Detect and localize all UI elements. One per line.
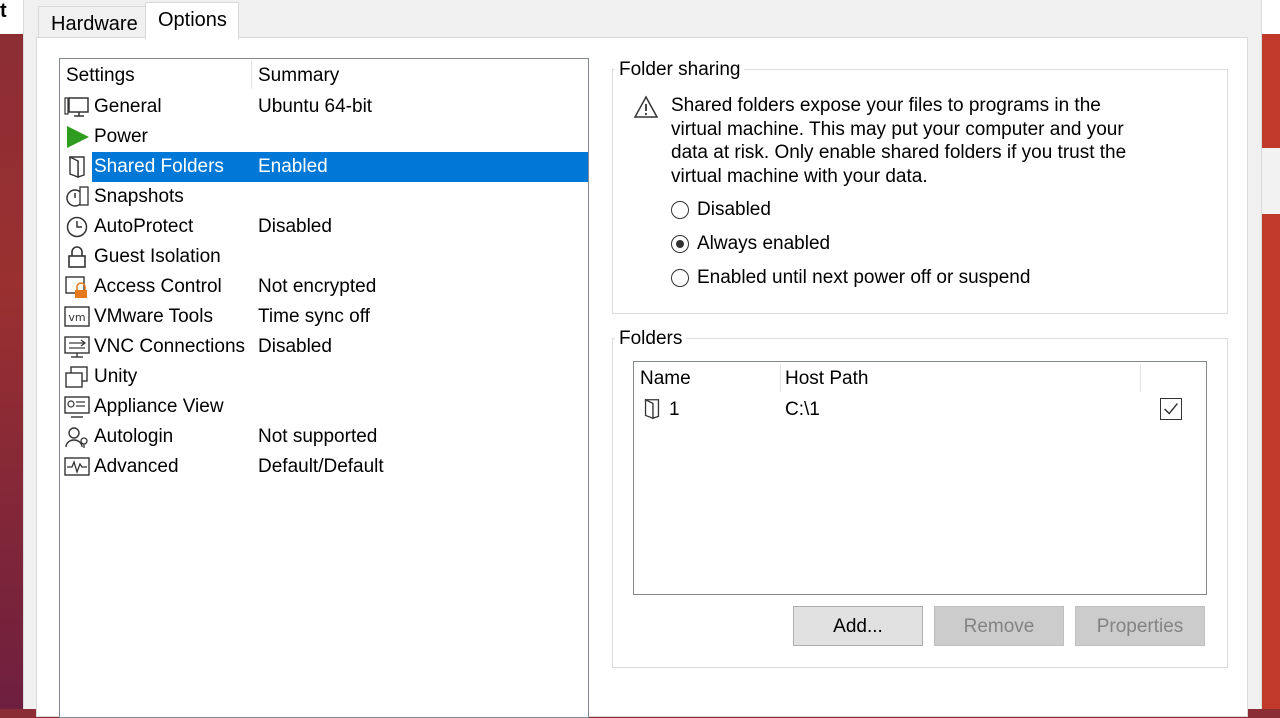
column-header-summary[interactable]: Summary	[258, 65, 339, 87]
settings-item-shared-folders[interactable]: Shared Folders Enabled	[60, 152, 588, 182]
settings-item-label: VMware Tools	[94, 306, 213, 327]
settings-item-summary: Not supported	[258, 426, 378, 447]
radio-circle	[671, 269, 689, 287]
settings-item-label: Autologin	[94, 426, 174, 447]
folders-title: Folders	[615, 328, 687, 350]
autologin-icon	[65, 427, 88, 448]
tab-hardware[interactable]: Hardware	[38, 6, 146, 38]
power-icon	[67, 126, 89, 148]
svg-text:vm: vm	[68, 311, 85, 324]
radio-label: Disabled	[697, 199, 771, 220]
settings-item-label: General	[94, 96, 162, 117]
settings-item-label: Shared Folders	[94, 156, 224, 177]
radio-enabled-until-power-off[interactable]: Enabled until next power off or suspend	[671, 267, 1091, 293]
clock-icon	[66, 216, 88, 238]
settings-item-autoprotect[interactable]: AutoProtect Disabled	[60, 212, 588, 242]
settings-item-summary: Enabled	[258, 156, 328, 177]
access-control-icon	[65, 276, 87, 298]
folder-sharing-warning: Shared folders expose your files to prog…	[671, 95, 1127, 187]
tab-options[interactable]: Options	[145, 2, 239, 40]
vnc-icon	[64, 336, 90, 358]
settings-item-guest-isolation[interactable]: Guest Isolation	[60, 242, 588, 272]
radio-always-enabled[interactable]: Always enabled	[671, 233, 871, 259]
settings-item-appliance-view[interactable]: Appliance View	[60, 392, 588, 422]
settings-list[interactable]: Settings Summary General Ubuntu 64-bit P…	[59, 58, 589, 718]
settings-item-vnc-connections[interactable]: VNC Connections Disabled	[60, 332, 588, 362]
settings-item-summary: Not encrypted	[258, 276, 377, 297]
snapshot-icon	[66, 186, 89, 207]
radio-label: Enabled until next power off or suspend	[697, 267, 1031, 288]
radio-circle	[671, 201, 689, 219]
settings-item-access-control[interactable]: Access Control Not encrypted	[60, 272, 588, 302]
monitor-icon	[64, 97, 89, 117]
warning-icon	[633, 95, 659, 118]
column-header-host-path[interactable]: Host Path	[785, 368, 868, 390]
shared-folder-icon	[644, 398, 660, 420]
properties-button[interactable]: Properties	[1075, 606, 1205, 646]
desktop-right-strip	[1260, 34, 1280, 709]
settings-item-label: Snapshots	[94, 186, 184, 207]
vm-icon: vm	[64, 306, 90, 327]
settings-item-power[interactable]: Power	[60, 122, 588, 152]
vm-settings-dialog: Hardware Options Settings Summary Genera…	[23, 0, 1262, 718]
shared-folder-icon	[69, 155, 85, 179]
settings-item-label: Access Control	[94, 276, 222, 297]
settings-item-snapshots[interactable]: Snapshots	[60, 182, 588, 212]
settings-item-label: AutoProtect	[94, 216, 194, 237]
column-header-settings[interactable]: Settings	[66, 65, 135, 87]
settings-item-unity[interactable]: Unity	[60, 362, 588, 392]
folder-name: 1	[669, 399, 680, 420]
settings-list-header: Settings Summary	[60, 59, 588, 91]
folder-enabled-checkbox[interactable]	[1160, 398, 1182, 420]
settings-item-label: Power	[94, 126, 148, 147]
options-panel: Settings Summary General Ubuntu 64-bit P…	[36, 37, 1248, 718]
table-row[interactable]: 1 C:\1	[634, 394, 1206, 424]
folder-sharing-title: Folder sharing	[615, 59, 745, 81]
settings-item-label: Appliance View	[94, 396, 224, 417]
background-window-text: t	[0, 0, 7, 22]
folder-host-path: C:\1	[785, 399, 820, 420]
settings-item-label: Unity	[94, 366, 138, 387]
remove-button[interactable]: Remove	[934, 606, 1064, 646]
settings-item-summary: Time sync off	[258, 306, 370, 327]
settings-item-label: Advanced	[94, 456, 179, 477]
settings-item-summary: Ubuntu 64-bit	[258, 96, 373, 117]
column-header-name[interactable]: Name	[640, 368, 691, 390]
settings-item-autologin[interactable]: Autologin Not supported	[60, 422, 588, 452]
settings-item-summary: Disabled	[258, 216, 332, 237]
radio-disabled[interactable]: Disabled	[671, 199, 871, 225]
settings-item-label: VNC Connections	[94, 336, 246, 357]
unity-icon	[65, 366, 88, 388]
settings-item-vmware-tools[interactable]: vm VMware Tools Time sync off	[60, 302, 588, 332]
settings-item-summary: Disabled	[258, 336, 332, 357]
lock-icon	[68, 246, 86, 268]
advanced-icon	[64, 457, 90, 476]
folders-table[interactable]: Name Host Path 1 C:\1	[633, 361, 1207, 595]
radio-circle-checked	[671, 235, 689, 253]
settings-item-general[interactable]: General Ubuntu 64-bit	[60, 92, 588, 122]
add-button[interactable]: Add...	[793, 606, 923, 646]
settings-item-label: Guest Isolation	[94, 246, 221, 267]
settings-item-summary: Default/Default	[258, 456, 384, 477]
radio-label: Always enabled	[697, 233, 831, 254]
settings-item-advanced[interactable]: Advanced Default/Default	[60, 452, 588, 482]
appliance-icon	[64, 396, 90, 418]
